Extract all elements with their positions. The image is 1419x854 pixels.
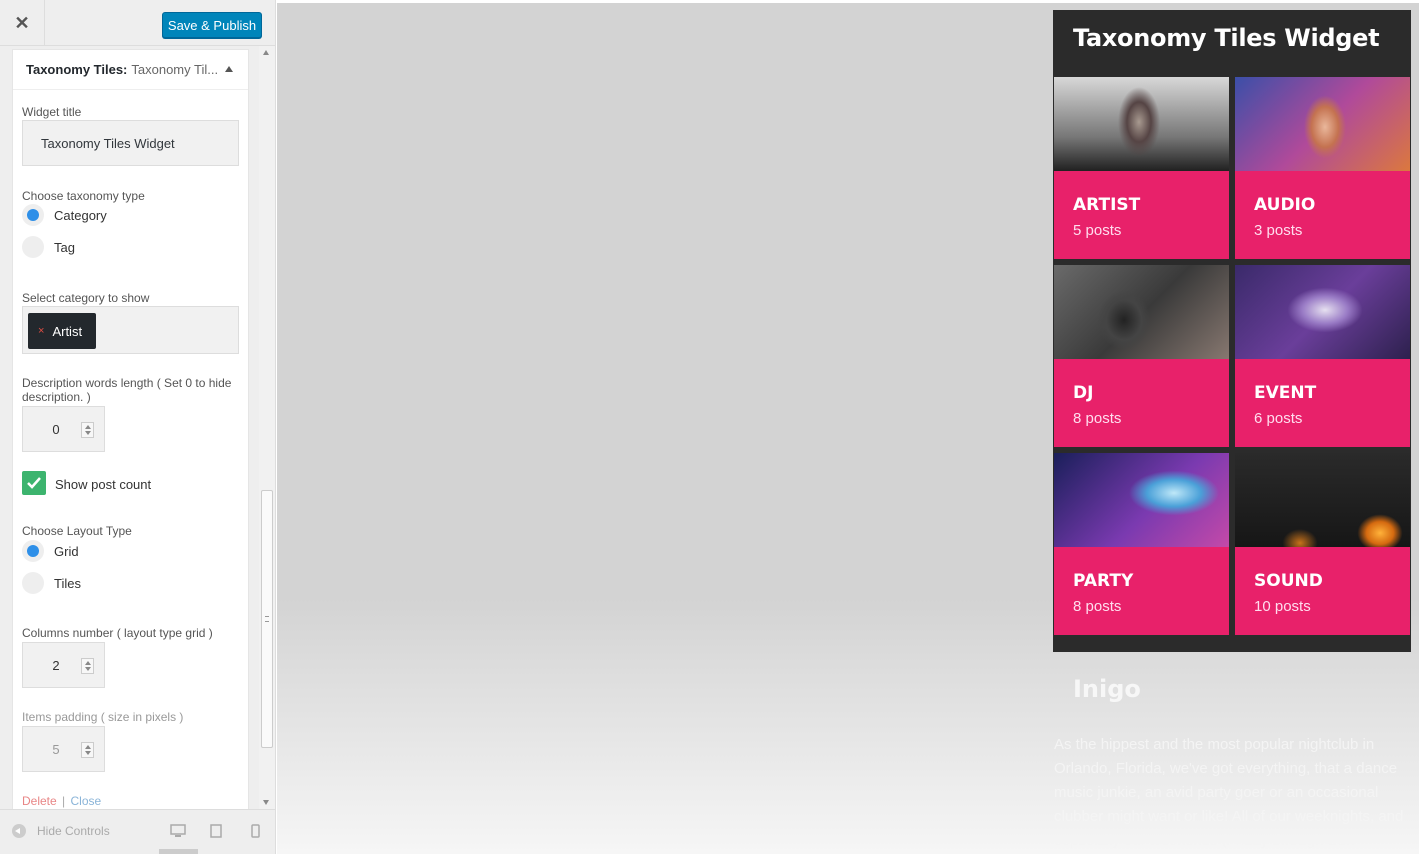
close-link[interactable]: Close (71, 794, 102, 808)
site-name[interactable]: Inigo (1073, 675, 1141, 703)
checkmark-icon (27, 477, 41, 489)
tile-band (1054, 359, 1229, 447)
padding-label: Items padding ( size in pixels ) (22, 710, 184, 724)
widget-header-subtitle: Taxonomy Til... (131, 62, 219, 77)
radio-label: Tag (54, 239, 75, 255)
tile-count: 8 posts (1073, 598, 1122, 615)
padding-input[interactable]: 5 (22, 726, 105, 772)
tile-image (1235, 265, 1410, 365)
customizer-footer: Hide Controls (0, 809, 275, 854)
radio-tag[interactable] (22, 236, 44, 258)
columns-input[interactable]: 2 (22, 642, 105, 688)
tile-band (1054, 171, 1229, 259)
tablet-icon[interactable] (210, 824, 222, 838)
tile-image (1235, 77, 1410, 177)
scroll-down-icon[interactable] (263, 800, 269, 805)
radio-category[interactable] (22, 204, 44, 226)
scroll-up-icon[interactable] (263, 50, 269, 55)
close-icon: ✕ (14, 12, 30, 33)
layout-type-label: Choose Layout Type (22, 524, 132, 538)
tile-dj[interactable]: DJ 8 posts (1054, 265, 1229, 447)
tile-count: 5 posts (1073, 222, 1122, 239)
tile-band (1235, 547, 1410, 635)
scrollbar-thumb[interactable] (261, 490, 273, 748)
show-post-count-checkbox[interactable] (22, 471, 46, 495)
tile-band (1235, 359, 1410, 447)
number-spinner[interactable] (81, 658, 94, 674)
tile-name: SOUND (1254, 571, 1323, 591)
desktop-icon[interactable] (170, 824, 186, 838)
tile-name: ARTIST (1073, 195, 1141, 215)
tile-band (1054, 547, 1229, 635)
number-spinner[interactable] (81, 742, 94, 758)
columns-label: Columns number ( layout type grid ) (22, 626, 213, 640)
widget-actions: Delete | Close (22, 794, 101, 808)
customizer-panel: ✕ Save & Publish Taxonomy Tiles: Taxonom… (0, 0, 276, 854)
controls-scroll-area: Taxonomy Tiles: Taxonomy Til... Widget t… (0, 46, 260, 809)
widget-header-title: Taxonomy Tiles: (26, 62, 128, 77)
collapse-arrow-icon[interactable] (225, 66, 233, 72)
radio-label: Grid (54, 543, 79, 559)
tile-count: 8 posts (1073, 410, 1122, 427)
taxonomy-type-label: Choose taxonomy type (22, 189, 145, 203)
close-customizer-button[interactable]: ✕ (0, 0, 45, 46)
tile-band (1235, 171, 1410, 259)
padding-value: 5 (52, 742, 60, 757)
radio-label: Category (54, 207, 107, 223)
columns-value: 2 (52, 658, 60, 673)
tile-image (1054, 265, 1229, 365)
widget-form: Taxonomy Tiles: Taxonomy Til... Widget t… (12, 49, 249, 809)
layout-option-grid[interactable]: Grid (22, 540, 79, 562)
tile-sound[interactable]: SOUND 10 posts (1235, 453, 1410, 635)
link-separator: | (62, 794, 66, 808)
tile-name: EVENT (1254, 383, 1317, 403)
mobile-icon[interactable] (251, 824, 260, 838)
tile-image (1054, 453, 1229, 553)
widget-title-input[interactable]: Taxonomy Tiles Widget (22, 120, 239, 166)
remove-chip-icon[interactable]: × (38, 325, 44, 337)
save-publish-button[interactable]: Save & Publish (162, 12, 262, 38)
active-device-indicator (159, 849, 198, 854)
tile-count: 10 posts (1254, 598, 1311, 615)
tile-image (1235, 453, 1410, 553)
about-text: As the hippest and the most popular nigh… (1054, 736, 1404, 849)
grip-icon (265, 616, 269, 622)
tile-image (1054, 77, 1229, 177)
tile-name: DJ (1073, 383, 1094, 403)
tile-artist[interactable]: ARTIST 5 posts (1054, 77, 1229, 259)
desc-length-value: 0 (52, 422, 60, 437)
category-select-label: Select category to show (22, 291, 150, 305)
show-post-count-label: Show post count (55, 477, 152, 492)
tile-count: 3 posts (1254, 222, 1303, 239)
customizer-header: ✕ Save & Publish (0, 0, 275, 46)
collapse-icon (12, 824, 26, 838)
taxonomy-option-category[interactable]: Category (22, 204, 107, 226)
selected-category-chip: × Artist (28, 313, 96, 349)
radio-tiles[interactable] (22, 572, 44, 594)
chip-label: Artist (52, 323, 83, 339)
tile-event[interactable]: EVENT 6 posts (1235, 265, 1410, 447)
widget-title: Taxonomy Tiles Widget (1073, 24, 1380, 52)
tile-name: AUDIO (1254, 195, 1316, 215)
delete-link[interactable]: Delete (22, 794, 57, 808)
hide-controls-label: Hide Controls (37, 824, 110, 838)
taxonomy-tiles-widget: Taxonomy Tiles Widget ARTIST 5 posts AUD… (1053, 10, 1411, 652)
widget-header[interactable]: Taxonomy Tiles: Taxonomy Til... (13, 50, 248, 90)
layout-option-tiles[interactable]: Tiles (22, 572, 81, 594)
radio-grid[interactable] (22, 540, 44, 562)
tile-name: PARTY (1073, 571, 1134, 591)
desc-length-label: Description words length ( Set 0 to hide… (22, 376, 232, 404)
tile-count: 6 posts (1254, 410, 1303, 427)
tile-party[interactable]: PARTY 8 posts (1054, 453, 1229, 635)
desc-length-input[interactable]: 0 (22, 406, 105, 452)
widget-title-label: Widget title (22, 105, 82, 119)
category-select[interactable]: × Artist (22, 306, 239, 354)
hide-controls-button[interactable]: Hide Controls (12, 824, 110, 838)
panel-scrollbar[interactable] (259, 46, 275, 809)
number-spinner[interactable] (81, 422, 94, 438)
taxonomy-option-tag[interactable]: Tag (22, 236, 75, 258)
radio-label: Tiles (54, 575, 81, 591)
tile-audio[interactable]: AUDIO 3 posts (1235, 77, 1410, 259)
site-preview: Taxonomy Tiles Widget ARTIST 5 posts AUD… (277, 3, 1419, 854)
